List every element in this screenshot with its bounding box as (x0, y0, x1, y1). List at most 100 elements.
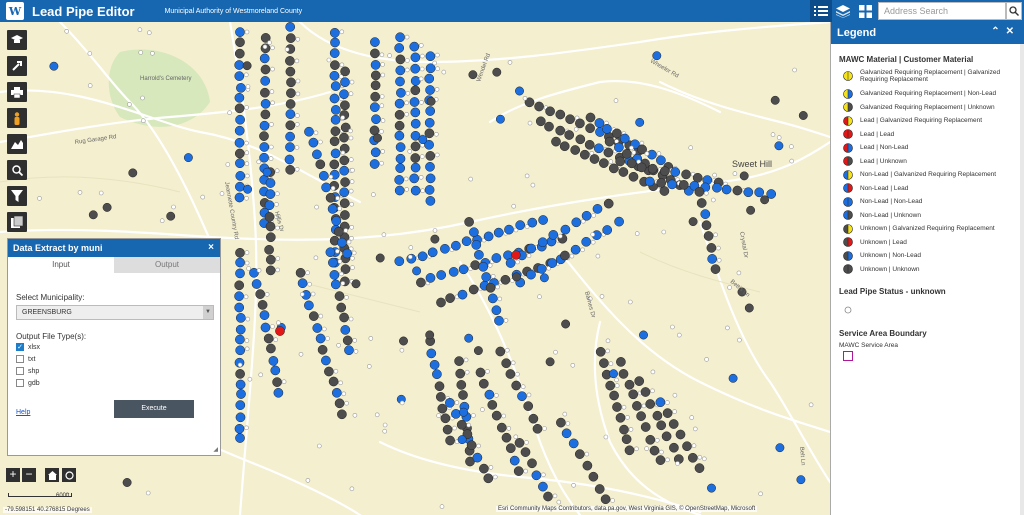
service-point[interactable] (612, 128, 622, 139)
service-point[interactable] (609, 390, 619, 401)
service-point[interactable] (330, 279, 341, 290)
service-point[interactable] (570, 145, 581, 155)
home-icon[interactable] (45, 468, 59, 482)
service-point[interactable] (242, 61, 252, 71)
service-point[interactable] (308, 137, 319, 148)
service-point[interactable] (515, 259, 520, 265)
service-point[interactable] (456, 380, 467, 390)
service-point[interactable] (483, 231, 494, 242)
service-point[interactable] (275, 267, 281, 273)
service-point[interactable] (260, 98, 271, 109)
service-point[interactable] (610, 498, 615, 503)
service-point[interactable] (675, 461, 680, 466)
service-point[interactable] (339, 187, 350, 198)
service-point[interactable] (339, 89, 349, 100)
service-point[interactable] (424, 185, 435, 195)
service-point[interactable] (312, 323, 323, 333)
service-point[interactable] (614, 383, 620, 388)
service-point[interactable] (522, 96, 528, 101)
service-point[interactable] (654, 437, 660, 443)
service-point[interactable] (285, 164, 296, 175)
service-point[interactable] (435, 392, 446, 402)
service-point[interactable] (200, 194, 205, 200)
service-point[interactable] (581, 210, 592, 221)
service-point[interactable] (515, 86, 524, 96)
service-point[interactable] (259, 120, 270, 131)
service-point[interactable] (245, 173, 250, 179)
service-point[interactable] (263, 333, 274, 344)
service-point[interactable] (701, 220, 712, 231)
service-point[interactable] (285, 66, 296, 77)
search-button[interactable] (1006, 2, 1022, 20)
service-point[interactable] (244, 72, 249, 78)
service-point[interactable] (258, 372, 264, 378)
service-point[interactable] (374, 412, 380, 418)
service-point[interactable] (688, 217, 698, 227)
service-point[interactable] (430, 234, 440, 244)
service-point[interactable] (591, 213, 596, 218)
service-point[interactable] (598, 158, 609, 168)
service-point[interactable] (270, 45, 275, 51)
service-point[interactable] (644, 446, 649, 451)
service-point[interactable] (599, 294, 605, 299)
service-point[interactable] (255, 289, 266, 299)
service-point[interactable] (556, 417, 566, 428)
service-point[interactable] (264, 200, 275, 211)
service-point[interactable] (634, 231, 640, 236)
service-point[interactable] (480, 407, 485, 412)
service-point[interactable] (564, 130, 575, 140)
service-point[interactable] (548, 230, 559, 240)
service-point[interactable] (349, 225, 355, 230)
service-point[interactable] (697, 454, 703, 460)
service-point[interactable] (235, 433, 245, 443)
service-point[interactable] (395, 65, 406, 76)
service-point[interactable] (407, 149, 413, 154)
service-point[interactable] (568, 438, 579, 449)
service-point[interactable] (513, 434, 519, 440)
service-point[interactable] (613, 98, 619, 103)
service-point[interactable] (244, 161, 250, 166)
service-point[interactable] (514, 438, 525, 448)
service-point[interactable] (604, 136, 615, 147)
service-point[interactable] (340, 77, 350, 88)
service-point[interactable] (555, 125, 566, 136)
service-point[interactable] (344, 400, 349, 406)
service-point[interactable] (418, 76, 424, 82)
service-point[interactable] (337, 206, 342, 211)
service-point[interactable] (339, 132, 349, 143)
service-point[interactable] (183, 153, 193, 163)
service-point[interactable] (545, 106, 555, 117)
service-point[interactable] (451, 409, 461, 419)
service-point[interactable] (615, 156, 626, 167)
service-point[interactable] (339, 165, 350, 176)
legend-window-controls[interactable]: ⌃✕ (991, 26, 1020, 37)
service-point[interactable] (481, 272, 492, 282)
service-point[interactable] (589, 154, 600, 164)
service-point[interactable] (329, 48, 340, 58)
service-point[interactable] (621, 404, 627, 410)
service-point[interactable] (285, 99, 296, 109)
service-point[interactable] (523, 401, 534, 411)
service-point[interactable] (445, 435, 455, 446)
service-point[interactable] (436, 270, 447, 280)
checkbox[interactable] (16, 355, 24, 363)
service-point[interactable] (535, 116, 546, 127)
service-point[interactable] (380, 118, 386, 123)
service-point[interactable] (419, 66, 425, 72)
service-point[interactable] (295, 36, 301, 42)
service-point[interactable] (644, 176, 655, 187)
file-type-txt[interactable]: txt (16, 355, 35, 363)
service-point[interactable] (776, 135, 782, 140)
service-point[interactable] (760, 195, 770, 205)
service-point[interactable] (348, 128, 353, 134)
service-point[interactable] (505, 443, 516, 454)
service-point[interactable] (340, 115, 346, 120)
service-point[interactable] (585, 112, 596, 123)
service-point[interactable] (526, 269, 536, 280)
checkbox-checked-icon[interactable]: ✓ (16, 343, 24, 351)
service-point[interactable] (608, 361, 614, 367)
service-point[interactable] (418, 43, 424, 48)
service-point[interactable] (692, 426, 698, 432)
service-point[interactable] (329, 70, 340, 81)
service-point[interactable] (435, 52, 440, 58)
